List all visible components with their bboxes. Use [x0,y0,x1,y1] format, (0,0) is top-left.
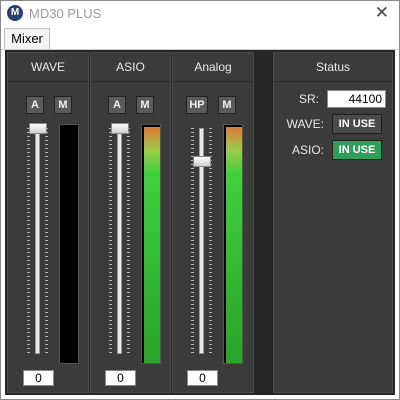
volume-fader[interactable] [193,156,211,167]
a-button[interactable]: A [26,96,44,114]
headphone-button[interactable]: HP [186,96,208,114]
channel-wave: WAVE A M 0 [7,52,89,393]
close-icon[interactable]: ✕ [375,3,389,23]
fader-scale [127,128,130,354]
window-title: MD30 PLUS [29,6,102,21]
app-logo-icon: M [7,5,23,21]
tab-bar: Mixer [1,27,399,50]
channel-title: ASIO [91,53,170,82]
mixer-panel: WAVE A M 0 ASIO A M 0 Analog HP M 0 Stat… [5,50,395,395]
wave-status-badge: IN USE [332,114,382,134]
sample-rate-field[interactable]: 44100 [327,90,386,108]
volume-fader[interactable] [111,123,129,134]
level-meter [59,124,79,364]
wave-status-label: WAVE: [286,117,324,131]
asio-status-badge: IN USE [332,140,382,160]
volume-fader[interactable] [29,123,47,134]
meter-bar-right [152,127,160,363]
volume-value-field[interactable]: 0 [187,370,218,386]
meter-bar-right [234,127,242,363]
mute-button[interactable]: M [218,96,236,114]
title-bar[interactable]: M MD30 PLUS ✕ [1,1,399,27]
fader-track [117,128,122,354]
channel-title: Analog [173,53,253,82]
volume-value-field[interactable]: 0 [23,370,54,386]
tab-mixer[interactable]: Mixer [4,28,50,49]
a-button[interactable]: A [108,96,126,114]
sample-rate-label: SR: [298,92,319,106]
level-meter [141,124,161,364]
channel-title: WAVE [8,53,88,82]
meter-bar-left [144,127,152,363]
channel-asio: ASIO A M 0 [90,52,171,393]
mute-button[interactable]: M [54,96,72,114]
mute-button[interactable]: M [136,96,154,114]
fader-scale [109,128,112,354]
meter-bar-left [226,127,234,363]
fader-scale [27,128,30,354]
level-meter [223,124,243,364]
asio-status-label: ASIO: [291,143,324,157]
mixer-window: M MD30 PLUS ✕ Mixer WAVE A M 0 ASIO A M [0,0,400,400]
status-title: Status [274,53,392,82]
channel-analog: Analog HP M 0 [172,52,254,393]
status-panel: Status SR: 44100 WAVE: IN USE ASIO: IN U… [273,52,393,393]
fader-track [35,128,40,354]
fader-scale [45,128,48,354]
volume-value-field[interactable]: 0 [105,370,136,386]
